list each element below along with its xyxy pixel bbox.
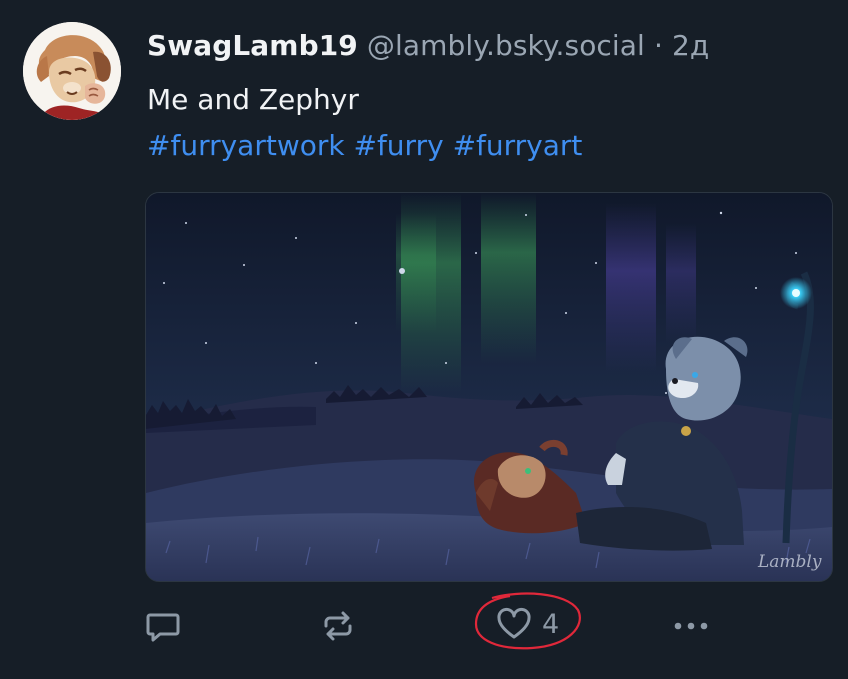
separator: · bbox=[653, 29, 663, 62]
more-options-button[interactable] bbox=[670, 614, 712, 638]
reply-button[interactable] bbox=[145, 608, 181, 644]
avatar[interactable] bbox=[23, 22, 121, 120]
repost-arrows-icon bbox=[324, 611, 352, 641]
hashtag-link[interactable]: #furryartwork bbox=[147, 129, 345, 162]
artist-signature: Lambly bbox=[757, 552, 822, 572]
post-image[interactable]: Lambly bbox=[145, 192, 833, 582]
hashtag-link[interactable]: #furryart bbox=[453, 129, 583, 162]
avatar-image bbox=[23, 22, 121, 120]
display-name[interactable]: SwagLamb19 bbox=[147, 29, 358, 62]
post-actions: 4 bbox=[0, 592, 848, 662]
speech-bubble-icon bbox=[146, 613, 180, 642]
hashtag-link[interactable]: #furry bbox=[353, 129, 443, 162]
handle[interactable]: @lambly.bsky.social bbox=[367, 29, 645, 62]
more-dots-icon bbox=[674, 622, 708, 630]
night-sky-artwork: Lambly bbox=[146, 193, 832, 581]
highlight-circle bbox=[474, 592, 581, 650]
post-time[interactable]: 2д bbox=[672, 29, 709, 62]
hashtags: #furryartwork #furry #furryart bbox=[147, 127, 582, 165]
post-header: SwagLamb19 @lambly.bsky.social · 2д bbox=[147, 27, 709, 65]
post-text: Me and Zephyr bbox=[147, 83, 359, 116]
repost-button[interactable] bbox=[320, 608, 356, 644]
